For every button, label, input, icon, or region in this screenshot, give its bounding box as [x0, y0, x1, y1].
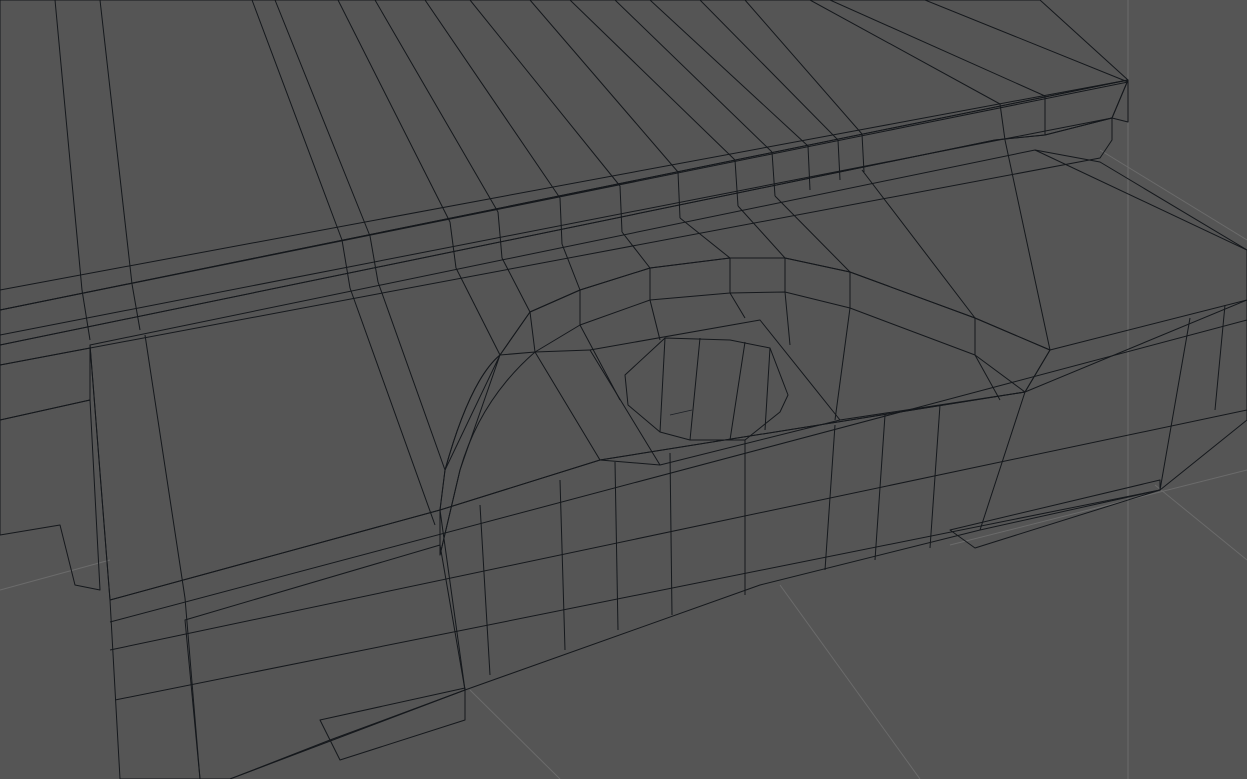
left-step[interactable] [184, 544, 466, 779]
3d-viewport[interactable] [0, 0, 1247, 779]
cylinder-hole[interactable] [624, 337, 789, 441]
back-block-edge-loops [0, 0, 1129, 341]
viewport-scene[interactable] [0, 0, 1247, 779]
front-block-edge-loops [89, 139, 1247, 779]
floor-grid [0, 0, 1247, 779]
front-block[interactable] [89, 149, 1247, 779]
